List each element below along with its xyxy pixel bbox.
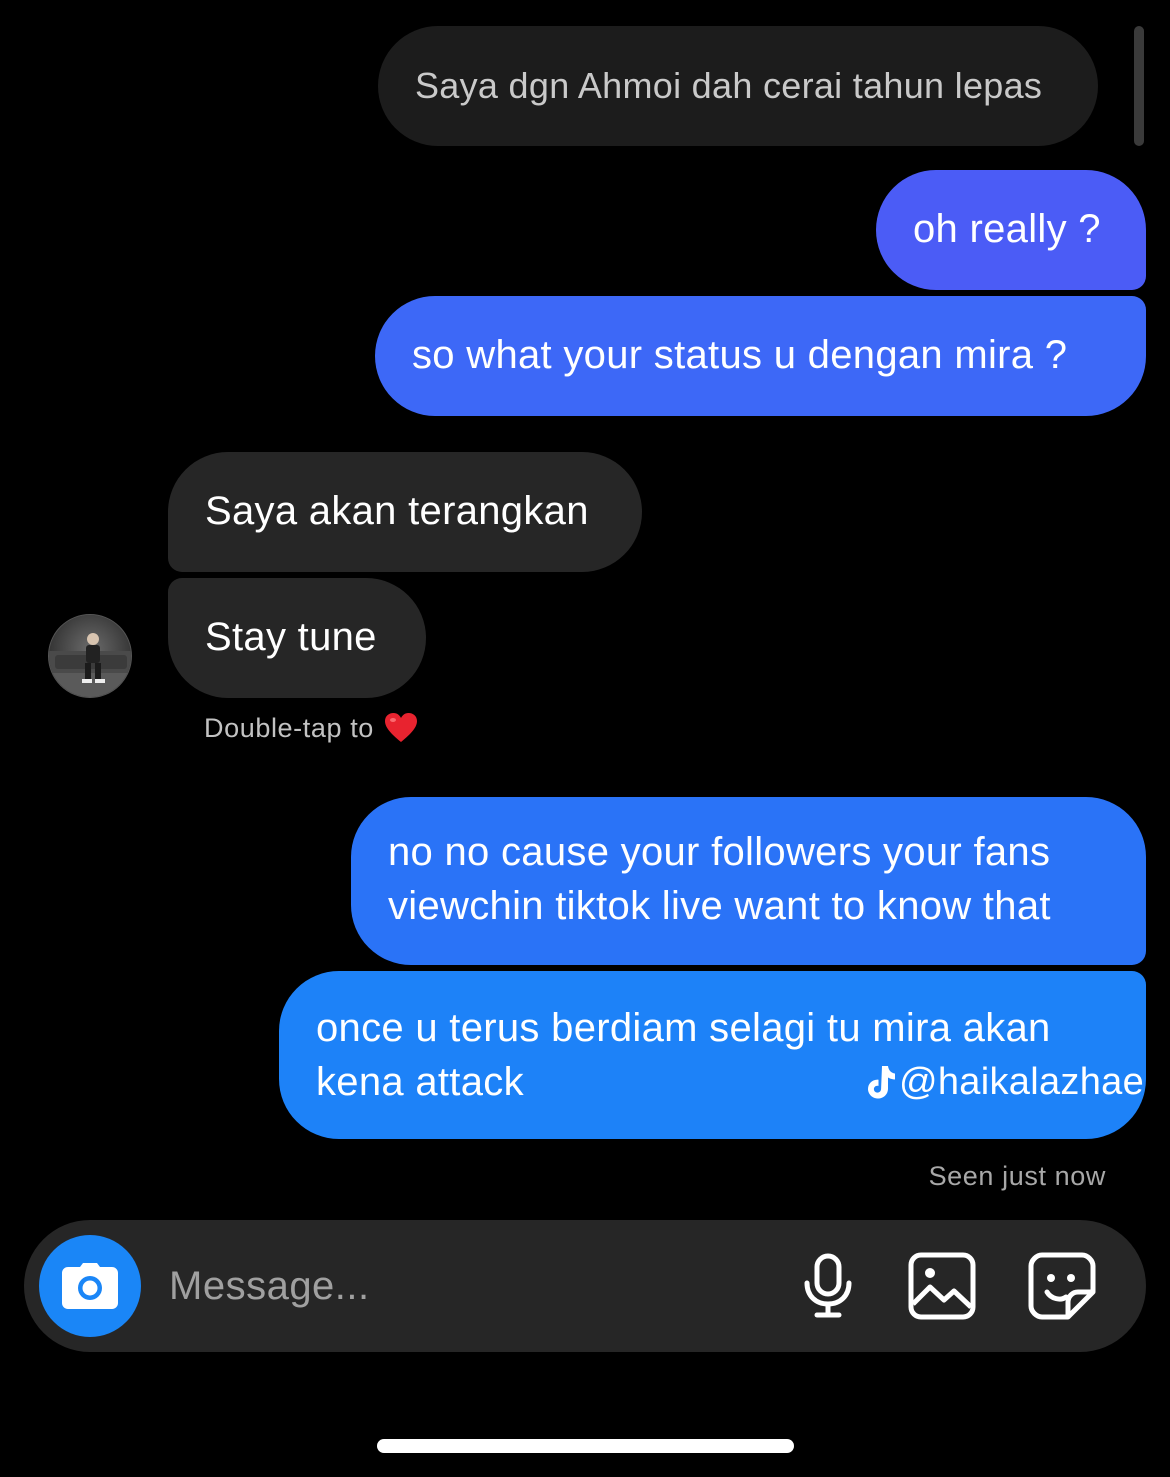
sticker-icon xyxy=(1028,1252,1096,1320)
incoming-message[interactable]: Saya akan terangkan xyxy=(168,452,642,572)
message-text: Saya dgn Ahmoi dah cerai tahun lepas xyxy=(415,65,1043,106)
heart-icon xyxy=(384,713,417,742)
microphone-button[interactable] xyxy=(792,1250,864,1322)
incoming-message[interactable]: Stay tune xyxy=(168,578,426,698)
gallery-button[interactable] xyxy=(906,1250,978,1322)
microphone-icon xyxy=(804,1253,852,1318)
incoming-message[interactable]: Saya dgn Ahmoi dah cerai tahun lepas xyxy=(378,26,1098,146)
outgoing-message[interactable]: no no cause your followers your fans vie… xyxy=(351,797,1146,965)
avatar[interactable] xyxy=(48,614,132,698)
outgoing-message[interactable]: once u terus berdiam selagi tu mira akan… xyxy=(279,971,1146,1139)
image-icon xyxy=(908,1252,976,1320)
outgoing-message[interactable]: so what your status u dengan mira ? xyxy=(375,296,1146,416)
message-line: once u terus berdiam selagi tu mira akan xyxy=(316,1006,1051,1050)
message-text: so what your status u dengan mira ? xyxy=(412,333,1068,377)
message-line: viewchin tiktok live want to know that xyxy=(388,884,1051,928)
outgoing-message[interactable]: oh really ? xyxy=(876,170,1146,290)
home-indicator[interactable] xyxy=(377,1439,794,1453)
seen-status: Seen just now xyxy=(928,1161,1106,1191)
double-tap-hint: Double-tap to xyxy=(204,710,418,746)
tiktok-watermark: @haikalazhae xyxy=(865,1059,1144,1105)
message-text: Stay tune xyxy=(205,615,377,659)
avatar-photo xyxy=(49,615,131,697)
watermark-handle: @haikalazhae xyxy=(899,1061,1144,1103)
tiktok-icon xyxy=(868,1066,895,1099)
message-input[interactable] xyxy=(169,1257,769,1315)
sticker-button[interactable] xyxy=(1026,1250,1098,1322)
message-composer xyxy=(24,1220,1146,1352)
message-text: oh really ? xyxy=(913,207,1101,251)
hint-text: Double-tap to xyxy=(204,713,374,743)
message-text: Saya akan terangkan xyxy=(205,489,589,533)
scrollbar[interactable] xyxy=(1134,26,1144,146)
message-line: no no cause your followers your fans xyxy=(388,830,1051,874)
camera-icon xyxy=(62,1263,118,1309)
camera-button[interactable] xyxy=(39,1235,141,1337)
